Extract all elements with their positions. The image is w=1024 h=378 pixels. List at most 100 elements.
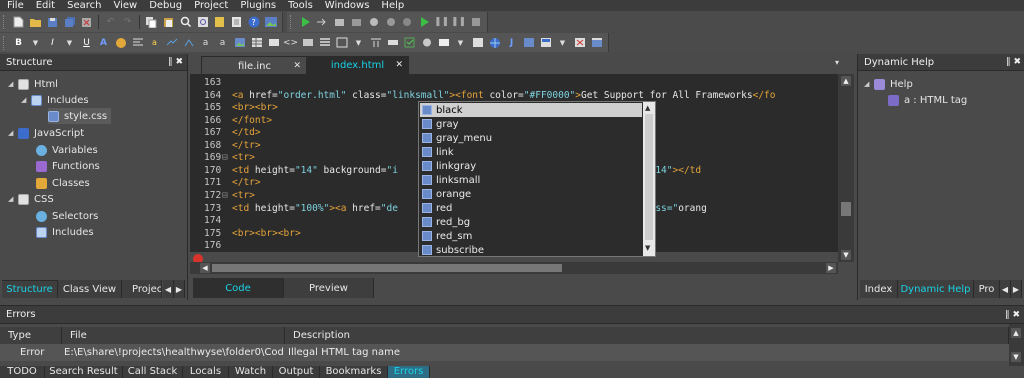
tab-scroll-right-icon[interactable]: ▶: [1011, 280, 1022, 298]
new-file-icon[interactable]: [12, 16, 25, 29]
anchor-tag-icon[interactable]: a: [216, 36, 229, 49]
scroll-down-icon[interactable]: ▼: [645, 244, 650, 252]
tree-item-classes[interactable]: Classes: [36, 175, 90, 191]
autocomplete-item[interactable]: orange: [420, 187, 642, 201]
special-char-icon[interactable]: <>: [283, 36, 298, 49]
save-all-icon[interactable]: [63, 16, 76, 29]
document-icon[interactable]: [230, 16, 243, 29]
browser-icon[interactable]: [590, 36, 603, 49]
tab-dynamic-help[interactable]: Dynamic Help: [898, 280, 974, 298]
paste-icon[interactable]: [162, 16, 175, 29]
menu-project[interactable]: Project: [187, 0, 233, 11]
autocomplete-item[interactable]: gray: [420, 117, 642, 131]
scroll-thumb[interactable]: [841, 202, 851, 216]
anchor-icon[interactable]: a: [148, 36, 161, 49]
menu-plugins[interactable]: Plugins: [233, 0, 281, 11]
tab-list-dropdown-icon[interactable]: ▾: [835, 58, 839, 67]
script-icon[interactable]: [522, 36, 535, 49]
validate-icon[interactable]: [573, 36, 586, 49]
menu-tools[interactable]: Tools: [281, 0, 318, 11]
italic-icon[interactable]: I: [46, 36, 59, 49]
column-description[interactable]: Description: [285, 327, 1009, 344]
close-file-icon[interactable]: [80, 16, 93, 29]
select-icon[interactable]: [437, 36, 450, 49]
autocomplete-item[interactable]: subscribe: [420, 243, 642, 257]
tab-search-result[interactable]: Search Result: [45, 366, 123, 378]
tab-todo[interactable]: TODO: [0, 366, 45, 378]
tab-bookmarks[interactable]: Bookmarks: [320, 366, 388, 378]
toolbar-grip[interactable]: [3, 15, 7, 29]
collapse-icon[interactable]: ◢: [21, 96, 31, 104]
tab-project[interactable]: Projec: [122, 280, 162, 298]
menu-search[interactable]: Search: [60, 0, 106, 11]
dropdown-arrow-icon[interactable]: ▼: [29, 36, 42, 49]
autocomplete-item[interactable]: black: [420, 103, 642, 117]
email-link-icon[interactable]: [182, 36, 195, 49]
help-item-a-tag[interactable]: a : HTML tag: [888, 92, 967, 108]
tab-properties[interactable]: Pro: [974, 280, 1000, 298]
menu-file[interactable]: File: [0, 0, 29, 11]
run-icon[interactable]: [299, 16, 312, 29]
scroll-thumb[interactable]: [212, 264, 562, 272]
radio-icon[interactable]: [420, 36, 433, 49]
tree-item-functions[interactable]: Functions: [36, 158, 100, 174]
horizontal-rule-icon[interactable]: [267, 36, 280, 49]
menu-edit[interactable]: Edit: [29, 0, 60, 11]
tab-locals[interactable]: Locals: [183, 366, 229, 378]
editor-vertical-scrollbar[interactable]: ▲ ▼: [838, 74, 854, 262]
dropdown-arrow-icon[interactable]: ▼: [63, 36, 76, 49]
javascript-icon[interactable]: J: [505, 36, 518, 49]
menu-debug[interactable]: Debug: [142, 0, 187, 11]
dropdown-arrow-icon[interactable]: ▼: [352, 36, 365, 49]
help-tree-root[interactable]: ◢ Help: [864, 76, 913, 92]
column-type[interactable]: Type: [0, 327, 62, 344]
tab-index[interactable]: Index: [860, 280, 898, 298]
table-icon[interactable]: [250, 36, 263, 49]
checkbox-icon[interactable]: [403, 36, 416, 49]
tab-structure[interactable]: Structure: [2, 280, 58, 298]
menu-help[interactable]: Help: [374, 0, 409, 11]
font-color-icon[interactable]: a: [199, 36, 212, 49]
textarea-icon[interactable]: [471, 36, 484, 49]
scroll-up-icon[interactable]: ▲: [645, 104, 650, 112]
globe-icon[interactable]: [488, 36, 501, 49]
autocomplete-item[interactable]: linkgray: [420, 159, 642, 173]
bookmark-icon[interactable]: [213, 16, 226, 29]
tab-file-inc[interactable]: file.inc ✕: [201, 56, 308, 75]
tab-scroll-left-icon[interactable]: ◀: [163, 280, 174, 298]
autocomplete-item[interactable]: link: [420, 145, 642, 159]
color-icon[interactable]: [114, 36, 127, 49]
find-icon[interactable]: [179, 16, 192, 29]
step-icon[interactable]: [316, 16, 329, 29]
tab-errors[interactable]: Errors: [388, 366, 430, 378]
dropdown-arrow-icon[interactable]: ▼: [556, 36, 569, 49]
bold-icon[interactable]: B: [12, 36, 25, 49]
pin-close-icon[interactable]: ‖ ✖: [1006, 57, 1021, 67]
align-left-icon[interactable]: [131, 36, 144, 49]
popup-scrollbar[interactable]: ▲ ▼: [643, 102, 655, 256]
fold-icon[interactable]: ⊟: [222, 190, 232, 203]
autocomplete-popup[interactable]: black gray gray_menu link linkgray linksmall o…: [418, 101, 656, 257]
errors-scrollbar[interactable]: ▲ ▼: [1009, 324, 1024, 366]
tab-scroll-left-icon[interactable]: ◀: [1000, 280, 1011, 298]
toggle-breakpoint-icon[interactable]: [384, 16, 397, 29]
pin-close-icon[interactable]: ‖ ✖: [1005, 310, 1020, 320]
menu-view[interactable]: View: [106, 0, 142, 11]
editor-horizontal-scrollbar[interactable]: ◀ ▶: [190, 262, 838, 274]
autocomplete-item[interactable]: gray_menu: [420, 131, 642, 145]
close-icon[interactable]: ✕: [395, 60, 403, 70]
autocomplete-item[interactable]: red_bg: [420, 215, 642, 229]
frame-icon[interactable]: [335, 36, 348, 49]
toolbar-grip[interactable]: [3, 35, 7, 50]
watch-icon[interactable]: [401, 16, 414, 29]
link-icon[interactable]: [165, 36, 178, 49]
tab-preview[interactable]: Preview: [284, 278, 374, 298]
autocomplete-item[interactable]: red_sm: [420, 229, 642, 243]
tree-item-variables[interactable]: Variables: [36, 142, 98, 158]
pause-icon[interactable]: ❚❚: [434, 16, 449, 29]
font-icon[interactable]: A: [97, 36, 110, 49]
tree-item-style-css[interactable]: style.css: [48, 108, 112, 124]
tree-item-css-includes[interactable]: Includes: [36, 224, 94, 240]
autocomplete-item[interactable]: linksmall: [420, 173, 642, 187]
preview-icon[interactable]: [539, 36, 552, 49]
